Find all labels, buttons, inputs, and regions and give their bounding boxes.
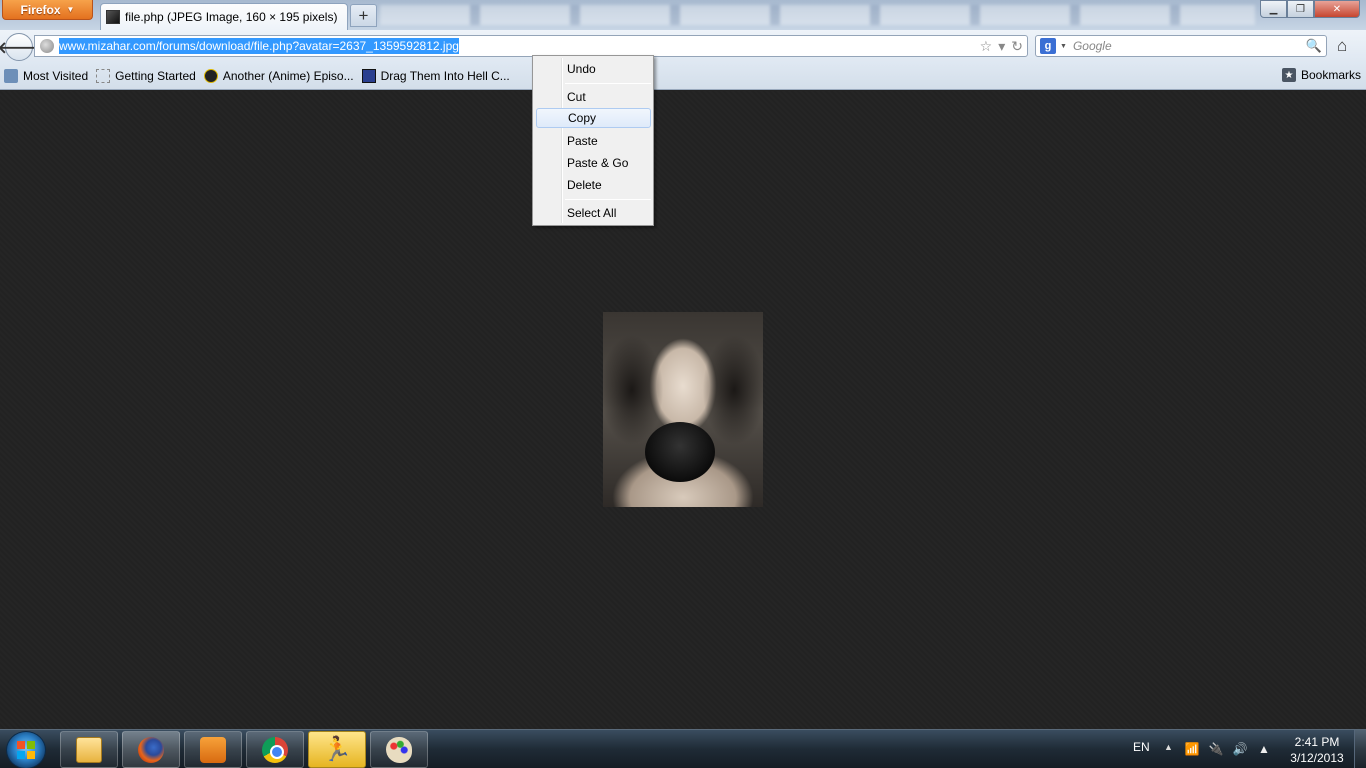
chevron-down-icon[interactable]: ▼ xyxy=(1060,43,1067,50)
chevron-down-icon: ▼ xyxy=(66,5,75,14)
reload-icon[interactable]: ↻ xyxy=(1011,38,1023,55)
drag-icon xyxy=(361,68,376,83)
google-icon[interactable]: g xyxy=(1040,38,1056,54)
clock-date: 3/12/2013 xyxy=(1290,751,1344,765)
menu-item-paste[interactable]: Paste xyxy=(536,131,651,151)
most-visited-icon xyxy=(4,68,18,83)
taskbar-explorer[interactable] xyxy=(60,731,118,768)
menu-item-label: Paste & Go xyxy=(567,156,629,170)
tab-favicon-icon xyxy=(106,10,120,24)
menu-item-paste-go[interactable]: Paste & Go xyxy=(536,153,651,173)
close-icon: ✕ xyxy=(1332,3,1342,15)
bookmark-drag[interactable]: Drag Them Into Hell C... xyxy=(361,68,510,83)
google-drive-icon[interactable]: ▲ xyxy=(1256,741,1272,757)
tab-title: file.php (JPEG Image, 160 × 195 pixels) xyxy=(125,10,338,24)
menu-item-label: Undo xyxy=(567,62,596,76)
taskbar: 🏃 EN ▲ 📶 🔌 🔊 ▲ 2:41 PM 3/12/2013 xyxy=(0,729,1366,768)
anime-icon xyxy=(203,68,218,83)
media-player-icon xyxy=(200,736,226,763)
bookmarks-menu-label: Bookmarks xyxy=(1300,68,1361,82)
image-detail xyxy=(645,422,715,482)
menu-separator xyxy=(565,199,651,200)
search-bar[interactable]: g ▼ Google 🔍 xyxy=(1035,35,1327,57)
bookmark-label: Most Visited xyxy=(23,68,89,83)
windows-logo-icon xyxy=(17,741,35,759)
bookmark-label: Another (Anime) Episo... xyxy=(222,68,354,83)
firefox-icon xyxy=(138,736,164,763)
tab-active[interactable]: file.php (JPEG Image, 160 × 195 pixels) xyxy=(100,3,348,30)
menu-separator xyxy=(565,83,651,84)
title-bar: Firefox ▼ file.php (JPEG Image, 160 × 19… xyxy=(0,0,1366,30)
bookmark-getting-started[interactable]: Getting Started xyxy=(96,68,196,83)
close-button[interactable]: ✕ xyxy=(1314,0,1360,18)
aim-icon: 🏃 xyxy=(322,736,352,763)
menu-item-label: Copy xyxy=(568,111,597,125)
chrome-icon xyxy=(262,736,288,763)
plus-icon: + xyxy=(358,5,369,25)
taskbar-paint[interactable] xyxy=(370,731,428,768)
back-button[interactable]: 🡐 xyxy=(0,33,40,61)
getting-started-icon xyxy=(96,68,111,83)
menu-item-label: Delete xyxy=(567,178,602,192)
star-icon: ★ xyxy=(1281,68,1296,82)
menu-item-undo[interactable]: Undo xyxy=(536,59,651,79)
search-placeholder: Google xyxy=(1072,39,1112,53)
search-icon[interactable]: 🔍 xyxy=(1306,38,1322,54)
firefox-menu-label: Firefox xyxy=(20,2,61,17)
minimize-icon: ▁ xyxy=(1269,3,1278,15)
bookmark-star-icon[interactable]: ☆ xyxy=(980,38,993,55)
bookmark-most-visited[interactable]: Most Visited xyxy=(4,68,89,83)
language-indicator[interactable]: EN xyxy=(1133,740,1150,754)
url-text-selected[interactable]: www.mizahar.com/forums/download/file.php… xyxy=(59,38,459,54)
context-menu: Undo Cut Copy Paste Paste & Go Delete Se… xyxy=(532,55,654,226)
folder-icon xyxy=(76,736,102,763)
new-tab-button[interactable]: + xyxy=(350,4,377,27)
show-desktop-button[interactable] xyxy=(1354,730,1366,768)
menu-item-copy[interactable]: Copy xyxy=(536,108,651,128)
bookmarks-toolbar: Most Visited Getting Started Another (An… xyxy=(0,62,1366,90)
tray-expand-icon[interactable]: ▲ xyxy=(1164,742,1173,752)
menu-item-cut[interactable]: Cut xyxy=(536,87,651,107)
taskbar-media-player[interactable] xyxy=(184,731,242,768)
restore-icon: ❐ xyxy=(1296,3,1305,15)
blurred-tab-strip xyxy=(380,5,1255,25)
clock-time: 2:41 PM xyxy=(1294,735,1340,749)
menu-item-label: Cut xyxy=(567,90,586,104)
url-bar-actions: ☆ ▾ ↻ xyxy=(980,38,1023,55)
firefox-menu-button[interactable]: Firefox ▼ xyxy=(2,0,93,20)
restore-button[interactable]: ❐ xyxy=(1287,0,1314,18)
paint-icon xyxy=(386,736,412,763)
window-controls: ▁ ❐ ✕ xyxy=(1260,0,1360,18)
taskbar-firefox[interactable] xyxy=(122,731,180,768)
history-dropdown-icon[interactable]: ▾ xyxy=(998,38,1005,55)
power-icon[interactable]: 🔌 xyxy=(1208,741,1224,757)
start-button[interactable] xyxy=(6,731,46,768)
taskbar-aim[interactable]: 🏃 xyxy=(308,731,366,768)
url-bar[interactable]: www.mizahar.com/forums/download/file.php… xyxy=(34,35,1028,57)
network-signal-icon[interactable]: 📶 xyxy=(1184,741,1200,757)
bookmark-label: Drag Them Into Hell C... xyxy=(380,68,510,83)
bookmarks-menu-button[interactable]: ★ Bookmarks xyxy=(1281,68,1361,82)
menu-item-select-all[interactable]: Select All xyxy=(536,203,651,223)
clock[interactable]: 2:41 PM 3/12/2013 xyxy=(1282,734,1352,766)
menu-item-label: Select All xyxy=(567,206,617,220)
globe-icon xyxy=(40,39,54,53)
home-icon[interactable]: ⌂ xyxy=(1337,36,1347,56)
taskbar-chrome[interactable] xyxy=(246,731,304,768)
volume-icon[interactable]: 🔊 xyxy=(1232,741,1248,757)
bookmark-anime[interactable]: Another (Anime) Episo... xyxy=(203,68,354,83)
menu-item-delete[interactable]: Delete xyxy=(536,175,651,195)
bookmark-label: Getting Started xyxy=(115,68,196,83)
menu-item-label: Paste xyxy=(567,134,598,148)
navigation-toolbar: 🡐 www.mizahar.com/forums/download/file.p… xyxy=(0,30,1366,62)
displayed-image[interactable] xyxy=(603,312,763,507)
page-content xyxy=(0,91,1366,729)
minimize-button[interactable]: ▁ xyxy=(1260,0,1287,18)
